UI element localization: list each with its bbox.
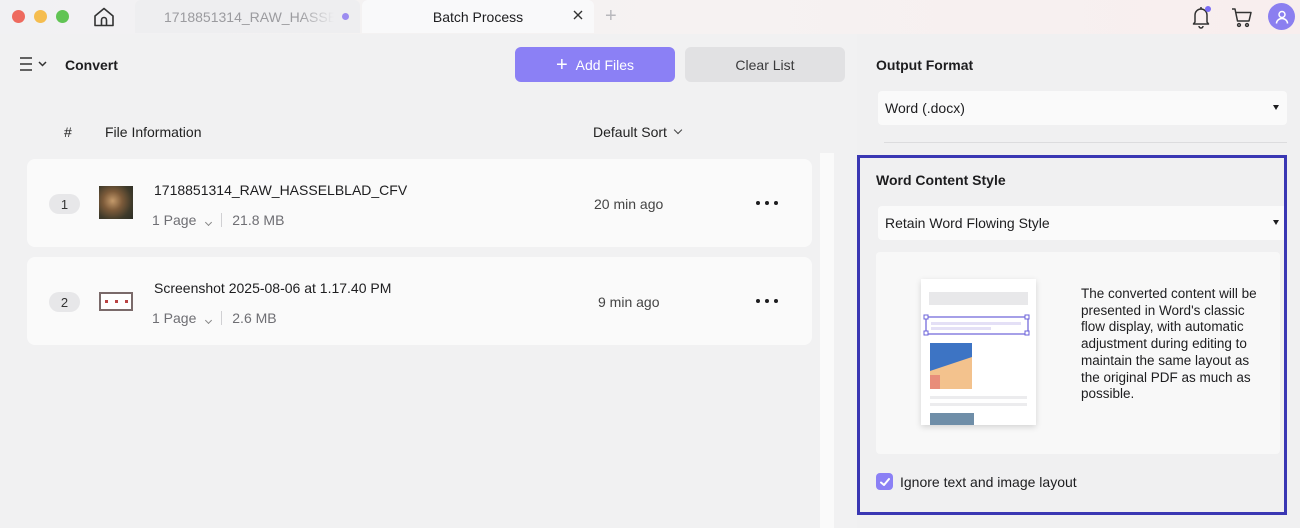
title-bar: 1718851314_RAW_HASSELBLAD_CFV Batch Proc… — [0, 0, 1300, 34]
clear-list-button[interactable]: Clear List — [685, 47, 845, 82]
file-meta: 1 Page 2.6 MB — [152, 310, 277, 326]
tab-file[interactable]: 1718851314_RAW_HASSELBLAD_CFV — [135, 0, 360, 33]
unsaved-dot-icon — [342, 13, 349, 20]
divider — [221, 213, 223, 227]
chevron-down-icon — [673, 125, 683, 135]
chevron-down-icon — [205, 316, 213, 325]
close-window-button[interactable] — [12, 10, 25, 23]
column-header-file-info: File Information — [105, 124, 202, 140]
sort-dropdown[interactable]: Default Sort — [593, 124, 683, 140]
file-name: 1718851314_RAW_HASSELBLAD_CFV — [154, 182, 408, 198]
page-count: 1 Page — [152, 212, 197, 228]
add-files-button[interactable]: + Add Files — [515, 47, 675, 82]
output-format-select[interactable]: Word (.docx) — [878, 91, 1287, 125]
file-size: 2.6 MB — [232, 310, 277, 326]
file-name: Screenshot 2025-08-06 at 1.17.40 PM — [154, 280, 392, 296]
file-meta: 1 Page 21.8 MB — [152, 212, 284, 228]
add-files-label: Add Files — [575, 56, 635, 73]
sort-label: Default Sort — [593, 124, 667, 140]
chevron-down-icon — [205, 218, 213, 227]
zoom-window-button[interactable] — [56, 10, 69, 23]
list-item[interactable]: 2 Screenshot 2025-08-06 at 1.17.40 PM 1 … — [27, 257, 812, 345]
scrollbar[interactable] — [820, 153, 834, 528]
tab-file-label: 1718851314_RAW_HASSELBLAD_CFV — [164, 8, 334, 25]
batch-list-panel: Convert + Add Files Clear List # File In… — [0, 34, 857, 528]
more-options-icon[interactable] — [756, 201, 778, 207]
row-index: 1 — [49, 194, 80, 214]
output-format-value: Word (.docx) — [885, 100, 965, 116]
menu-icon[interactable] — [19, 55, 49, 73]
tab-batch-process-label: Batch Process — [432, 8, 524, 25]
list-item[interactable]: 1 1718851314_RAW_HASSELBLAD_CFV 1 Page 2… — [27, 159, 812, 247]
page-range-dropdown[interactable]: 1 Page — [152, 310, 213, 326]
divider — [221, 311, 223, 325]
file-time: 9 min ago — [598, 294, 660, 310]
new-tab-button[interactable]: + — [605, 6, 617, 26]
cart-icon[interactable] — [1230, 5, 1254, 29]
file-time: 20 min ago — [594, 196, 664, 212]
notification-dot-icon — [1205, 6, 1211, 12]
output-format-title: Output Format — [876, 57, 974, 73]
close-tab-icon[interactable] — [571, 8, 585, 22]
divider — [884, 142, 1287, 143]
minimize-window-button[interactable] — [34, 10, 47, 23]
user-avatar-icon[interactable] — [1268, 3, 1295, 30]
page-count: 1 Page — [152, 310, 197, 326]
page-title: Convert — [65, 57, 118, 73]
word-style-highlight-frame — [857, 155, 1287, 515]
home-icon[interactable] — [92, 5, 116, 29]
caret-down-icon — [1273, 105, 1279, 110]
file-thumbnail — [99, 186, 133, 219]
page-range-dropdown[interactable]: 1 Page — [152, 212, 213, 228]
file-thumbnail — [99, 292, 133, 311]
tab-batch-process[interactable]: Batch Process — [362, 0, 594, 33]
more-options-icon[interactable] — [756, 299, 778, 305]
plus-icon: + — [555, 53, 568, 76]
file-size: 21.8 MB — [232, 212, 285, 228]
column-header-number: # — [64, 124, 72, 140]
row-index: 2 — [49, 292, 80, 312]
